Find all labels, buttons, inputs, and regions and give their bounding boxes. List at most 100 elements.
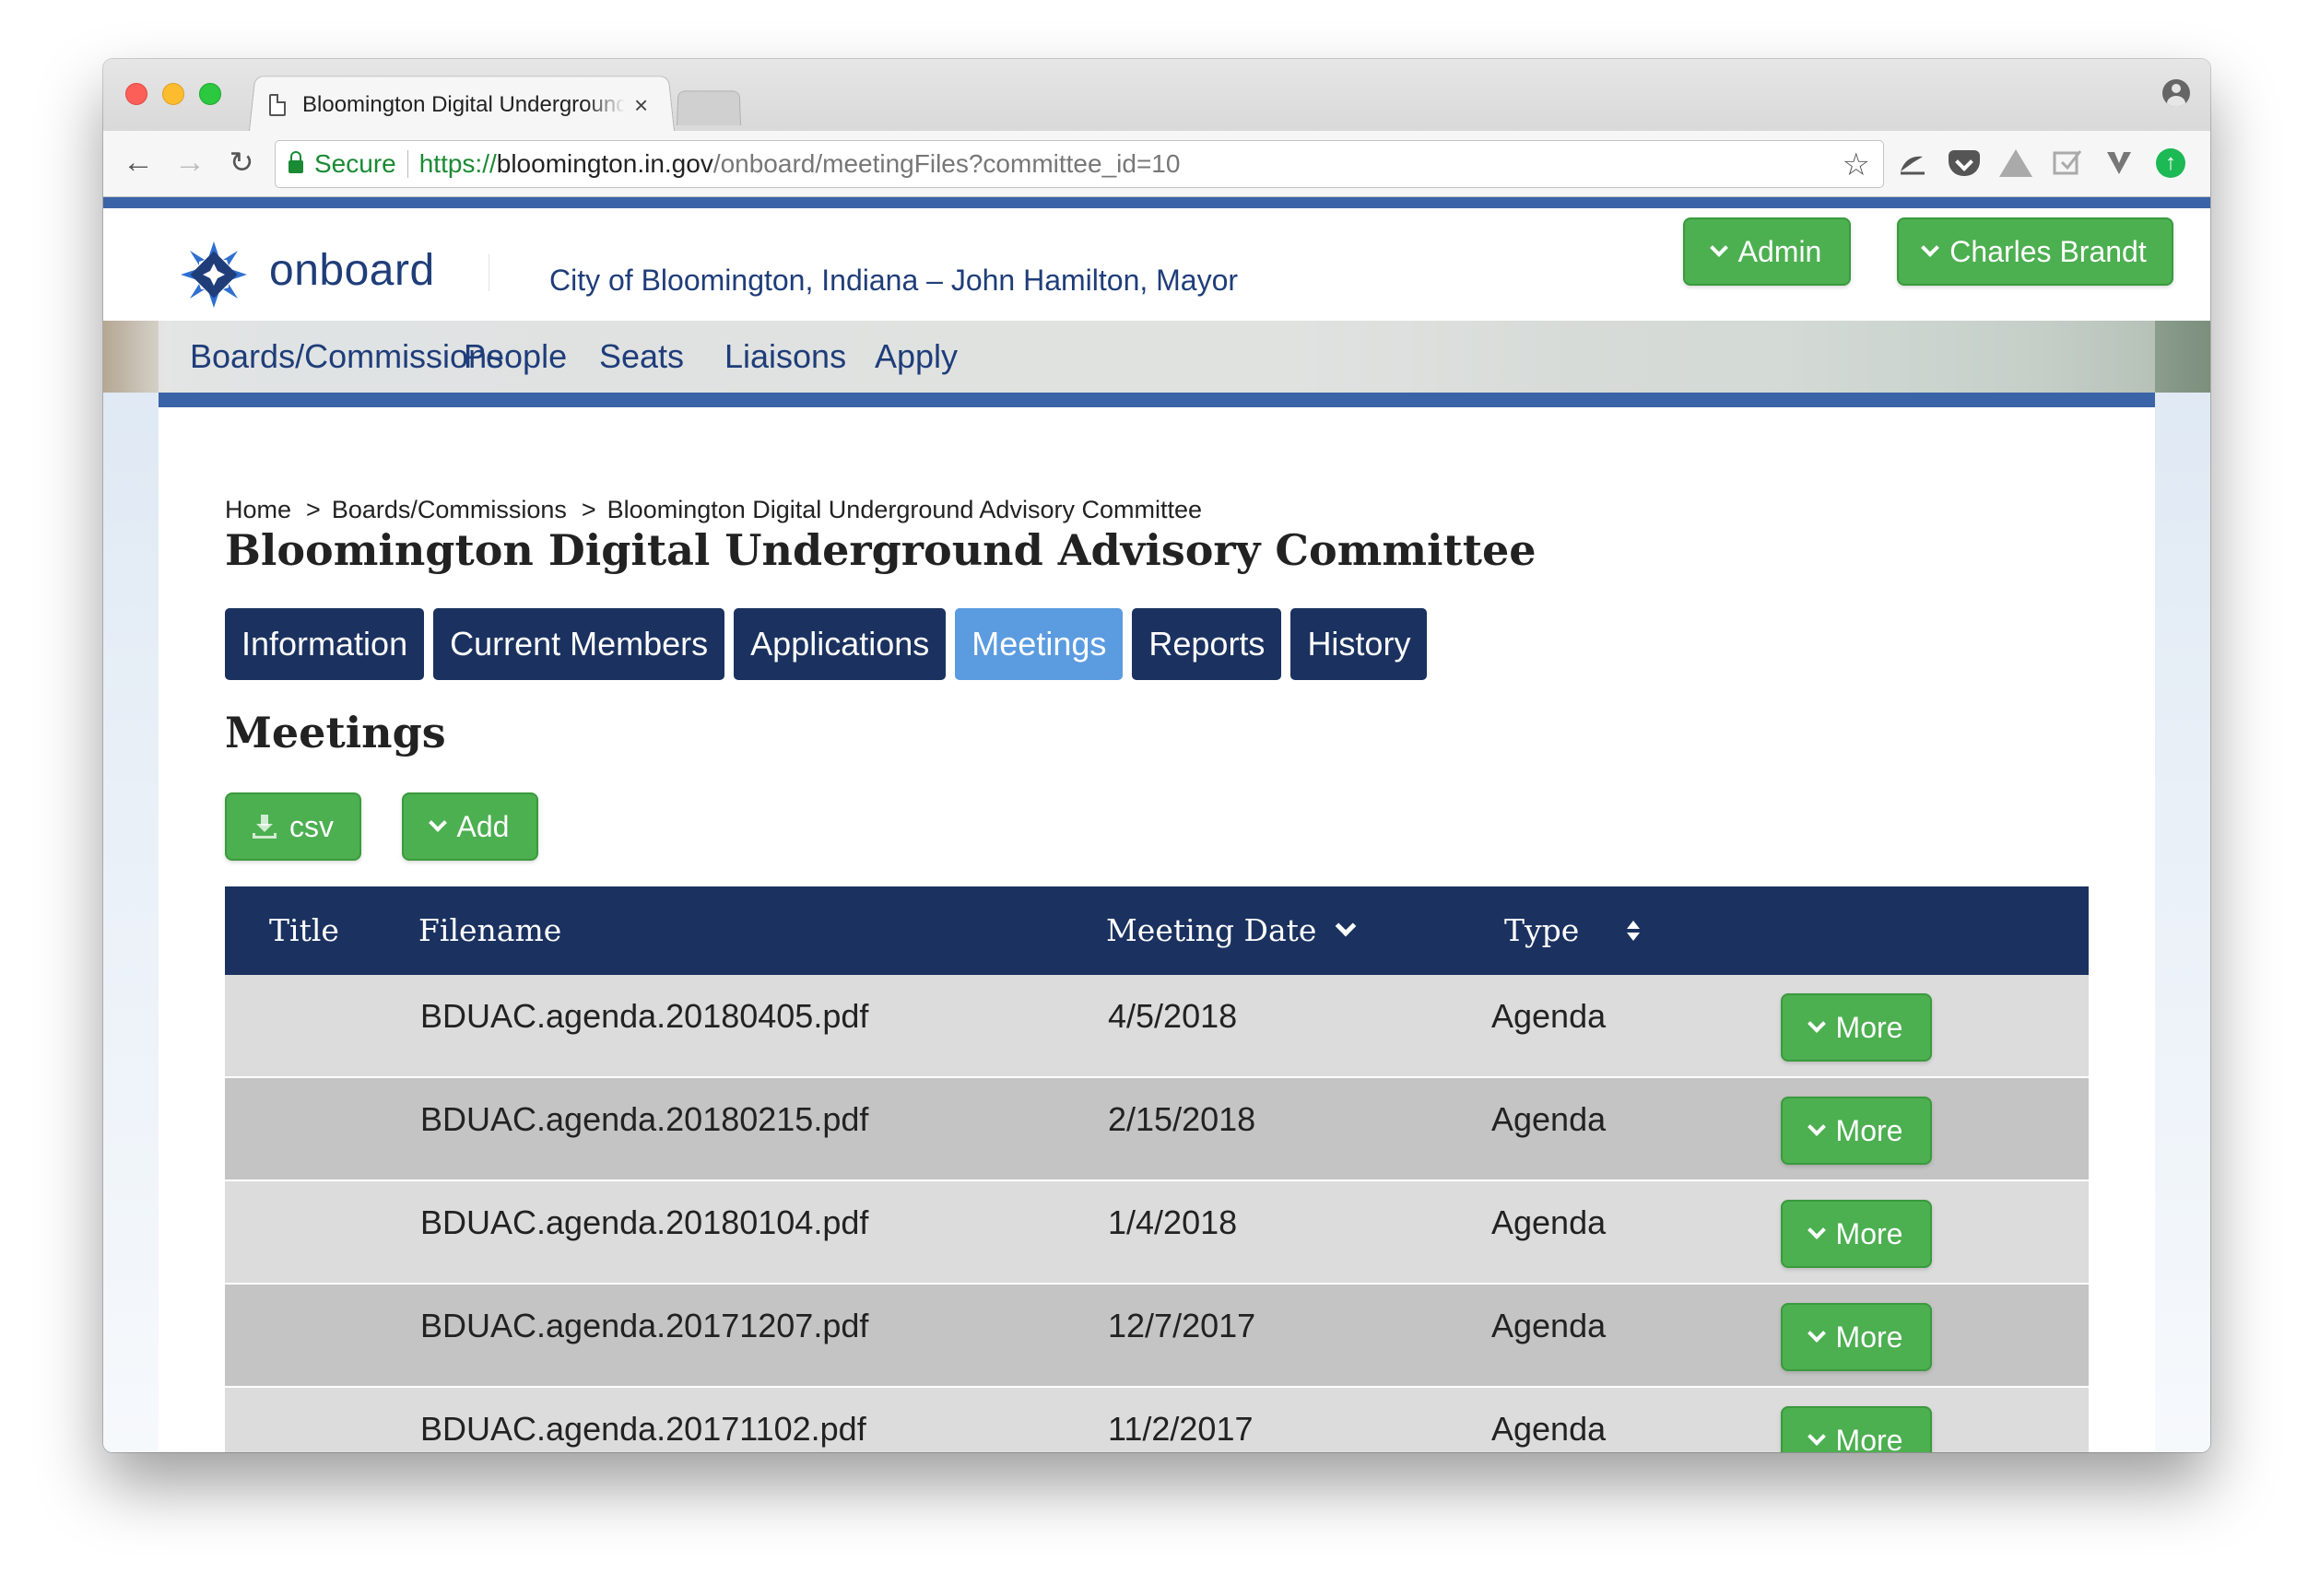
main-content: Home > Boards/Commissions > Bloomington Digi… [159, 407, 2155, 1452]
cell-type: Agenda [1491, 997, 1607, 1035]
tab-meetings[interactable]: Meetings [955, 608, 1124, 680]
user-menu-button[interactable]: Charles Brandt [1897, 217, 2173, 286]
table-row: BDUAC.agenda.20171207.pdf 12/7/2017 Agen… [225, 1285, 2089, 1388]
sort-icon [1627, 920, 1641, 941]
chevron-down-icon [1921, 239, 1940, 257]
table-row: BDUAC.agenda.20180215.pdf 2/15/2018 Agen… [225, 1078, 2089, 1181]
chevron-down-icon [428, 814, 447, 832]
cell-filename[interactable]: BDUAC.agenda.20171102.pdf [420, 1410, 866, 1449]
pocket-icon[interactable] [1947, 146, 1982, 181]
more-label: More [1835, 1113, 1903, 1147]
cell-type: Agenda [1491, 1203, 1607, 1241]
header-meeting-date[interactable]: Meeting Date [1106, 912, 1357, 948]
logo-text[interactable]: onboard [269, 245, 435, 296]
csv-download-button[interactable]: csv [225, 792, 361, 861]
tab-applications[interactable]: Applications [734, 608, 947, 680]
breadcrumb-separator: > [581, 496, 596, 523]
profile-icon[interactable] [2162, 79, 2190, 107]
cell-filename[interactable]: BDUAC.agenda.20180215.pdf [420, 1100, 868, 1139]
weather-icon[interactable] [1895, 146, 1930, 181]
nav-item-seats[interactable]: Seats [599, 337, 684, 376]
more-label: More [1835, 1320, 1903, 1354]
more-button[interactable]: More [1781, 1097, 1932, 1165]
admin-menu-button[interactable]: Admin [1683, 217, 1851, 286]
city-title[interactable]: City of Bloomington, Indiana – John Hami… [549, 264, 1238, 298]
top-accent-bar [103, 197, 2210, 208]
header-type[interactable]: Type [1504, 912, 1641, 948]
cell-filename[interactable]: BDUAC.agenda.20180405.pdf [420, 997, 868, 1036]
page-viewport: onboard City of Bloomington, Indiana – J… [103, 197, 2210, 1452]
more-label: More [1835, 1010, 1903, 1044]
browser-tab-strip: Bloomington Digital Underground Advisory… [103, 59, 2210, 131]
url-scheme: https:// [418, 149, 497, 178]
admin-label: Admin [1737, 234, 1822, 268]
browser-tab-content[interactable]: Bloomington Digital Underground Advisory… [269, 87, 665, 123]
back-arrow-icon[interactable]: ← [120, 144, 157, 181]
add-button[interactable]: Add [402, 792, 538, 861]
browser-tab-title: Bloomington Digital Underground Advisory… [302, 92, 625, 117]
drive-icon[interactable] [1998, 146, 2033, 181]
cell-filename[interactable]: BDUAC.agenda.20180104.pdf [420, 1203, 868, 1242]
chevron-down-icon [1807, 1015, 1826, 1033]
more-label: More [1835, 1216, 1903, 1250]
more-button[interactable]: More [1781, 1406, 1932, 1452]
minimize-window-button[interactable] [162, 83, 184, 105]
page-title: Bloomington Digital Underground Advisory… [225, 525, 1537, 575]
table-row: BDUAC.agenda.20180405.pdf 4/5/2018 Agend… [225, 975, 2089, 1078]
address-bar[interactable]: Secure https:// bloomington.in.gov /onbo… [275, 140, 1884, 188]
chevron-down-icon [1807, 1221, 1826, 1239]
table-row: BDUAC.agenda.20180104.pdf 1/4/2018 Agend… [225, 1181, 2089, 1285]
bookmark-star-icon[interactable]: ☆ [1843, 147, 1870, 183]
onboard-logo-icon [181, 241, 247, 308]
table-row: BDUAC.agenda.20171102.pdf 11/2/2017 Agen… [225, 1388, 2089, 1452]
breadcrumb: Home > Boards/Commissions > Bloomington Digi… [225, 496, 1202, 524]
lock-icon [288, 151, 303, 173]
table-header: Title Filename Meeting Date Type [225, 886, 2089, 975]
chevron-down-icon [1807, 1324, 1826, 1343]
breadcrumb-boards[interactable]: Boards/Commissions [332, 496, 567, 523]
cell-type: Agenda [1491, 1100, 1607, 1138]
extension-icons: ↑ [1895, 146, 2188, 181]
cell-filename[interactable]: BDUAC.agenda.20171207.pdf [420, 1307, 868, 1345]
save-icon[interactable] [2050, 146, 2085, 181]
more-label: More [1835, 1423, 1903, 1453]
zoom-window-button[interactable] [199, 83, 221, 105]
csv-label: csv [289, 809, 334, 843]
nav-banner: Boards/Commissions People Seats Liaisons… [103, 321, 2210, 407]
tab-history[interactable]: History [1290, 608, 1428, 680]
user-label: Charles Brandt [1949, 234, 2147, 268]
forward-arrow-icon[interactable]: → [171, 144, 208, 181]
nav-item-boards-commissions[interactable]: Boards/Commissions [190, 337, 503, 376]
address-divider [406, 150, 408, 178]
breadcrumb-current[interactable]: Bloomington Digital Underground Advisory… [607, 496, 1202, 523]
cell-date: 4/5/2018 [1108, 997, 1238, 1035]
chevron-down-icon [1709, 239, 1728, 257]
header-title[interactable]: Title [269, 912, 339, 948]
header-filename[interactable]: Filename [418, 912, 561, 948]
breadcrumb-separator: > [306, 496, 321, 523]
site-header: onboard City of Bloomington, Indiana – J… [103, 208, 2210, 321]
more-button[interactable]: More [1781, 1200, 1932, 1268]
tab-close-icon[interactable]: × [634, 93, 648, 117]
browser-toolbar: ← → ↻ Secure https:// bloomington.in.gov… [103, 131, 2210, 197]
tab-current-members[interactable]: Current Members [433, 608, 725, 680]
more-button[interactable]: More [1781, 993, 1932, 1062]
new-tab-button[interactable] [677, 90, 741, 125]
upload-icon[interactable]: ↑ [2153, 146, 2188, 181]
cell-date: 11/2/2017 [1108, 1410, 1254, 1448]
more-button[interactable]: More [1781, 1303, 1932, 1371]
tab-reports[interactable]: Reports [1132, 608, 1282, 680]
reload-icon[interactable]: ↻ [223, 144, 260, 181]
breadcrumb-home[interactable]: Home [225, 496, 291, 523]
chevron-down-icon [1807, 1118, 1826, 1136]
nav-item-people[interactable]: People [464, 337, 567, 376]
nav-item-liaisons[interactable]: Liaisons [724, 337, 846, 376]
download-icon [253, 815, 277, 839]
header-meeting-date-label: Meeting Date [1106, 912, 1317, 948]
nav-item-apply[interactable]: Apply [875, 337, 958, 376]
tab-information[interactable]: Information [225, 608, 425, 680]
cell-type: Agenda [1491, 1307, 1607, 1344]
close-window-button[interactable] [125, 83, 147, 105]
cell-type: Agenda [1491, 1410, 1607, 1448]
vimeo-icon[interactable] [2102, 146, 2137, 181]
